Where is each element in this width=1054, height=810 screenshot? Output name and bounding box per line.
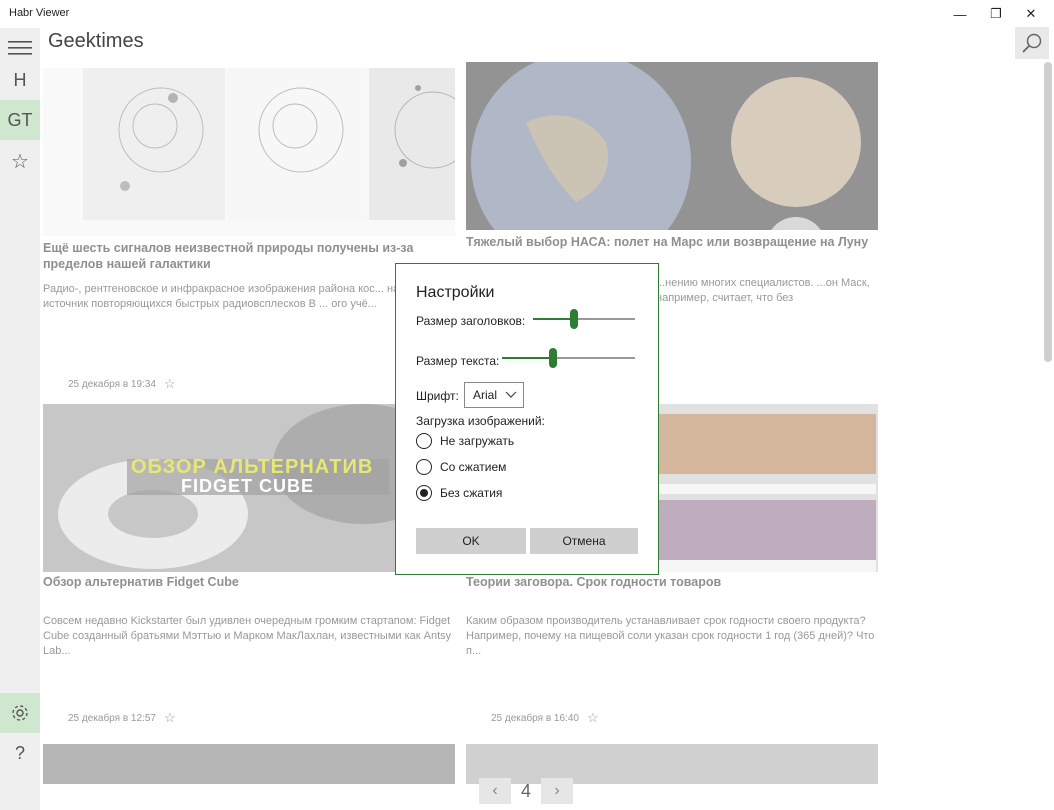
settings-dialog: Настройки Размер заголовков: Размер текс… [395,263,659,575]
font-select[interactable]: Arial [464,382,524,408]
radio-button[interactable] [416,459,432,475]
gear-icon [12,705,28,721]
slider-thumb[interactable] [569,309,578,329]
sidebar: H GT ☆ ? [0,28,40,810]
search-button[interactable] [1015,27,1049,59]
close-button[interactable]: ✕ [1008,0,1054,28]
text-size-slider[interactable] [502,348,635,368]
dialog-title: Настройки [416,284,495,301]
radio-label: Не загружать [440,434,515,448]
sidebar-item-favorites[interactable]: ☆ [0,141,40,181]
font-select-value: Arial [473,388,498,402]
radio-compressed[interactable]: Со сжатием [416,459,506,475]
page-number: 4 [520,780,531,801]
title-bar: Habr Viewer — ❐ ✕ [0,0,1054,28]
radio-label: Со сжатием [440,460,507,474]
cancel-button[interactable]: Отмена [530,528,638,554]
font-label: Шрифт: [416,389,459,403]
slider-fill [533,318,574,320]
app-title: Habr Viewer [9,7,70,19]
radio-no-images[interactable]: Не загружать [416,433,514,449]
settings-button[interactable] [0,693,40,733]
page-title: Geektimes [48,30,144,52]
prev-page-button[interactable]: ‹ [479,778,511,804]
search-icon [1022,33,1042,53]
ok-button[interactable]: OK [416,528,526,554]
slider-fill [502,357,553,359]
help-button[interactable]: ? [0,733,40,773]
hamburger-icon [8,41,32,55]
sidebar-item-habr[interactable]: H [0,60,40,100]
chevron-down-icon [505,391,517,398]
header-size-label: Размер заголовков: [416,314,526,328]
slider-thumb[interactable] [548,348,557,368]
radio-button[interactable] [416,485,432,501]
radio-label: Без сжатия [440,486,503,500]
next-page-button[interactable]: › [541,778,573,804]
pager: ‹ 4 › [479,778,573,804]
text-size-label: Размер текста: [416,354,500,368]
radio-uncompressed[interactable]: Без сжатия [416,485,502,501]
radio-button[interactable] [416,433,432,449]
scrollbar[interactable] [1044,62,1052,362]
sidebar-item-geektimes[interactable]: GT [0,100,40,140]
images-label: Загрузка изображений: [416,414,545,428]
header-size-slider[interactable] [533,309,635,329]
